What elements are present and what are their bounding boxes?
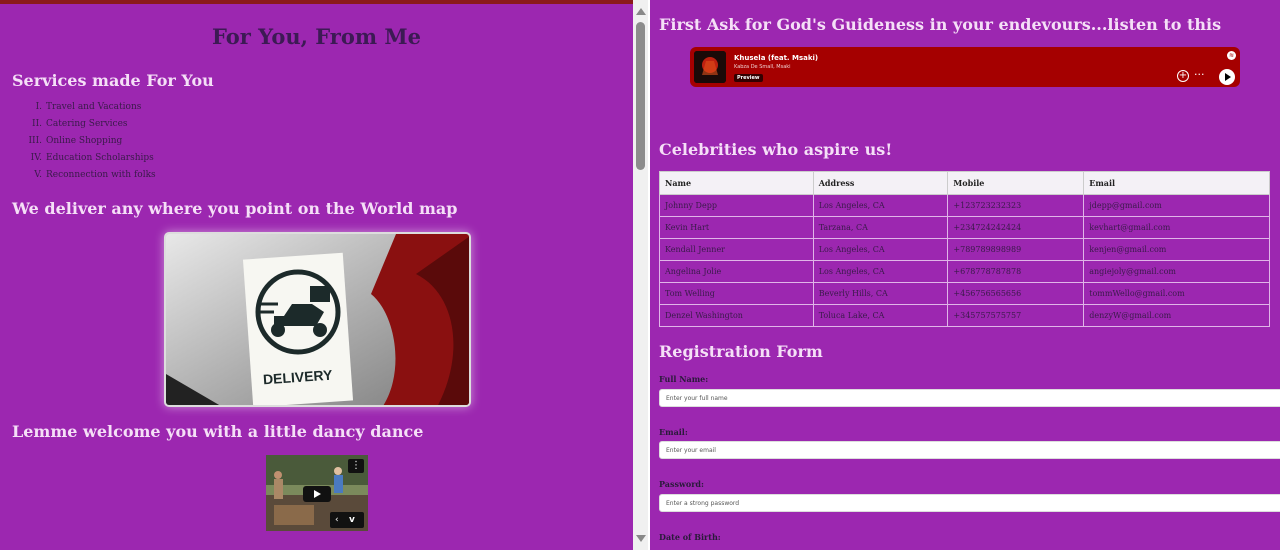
cell-address: Toluca Lake, CA: [812, 304, 949, 327]
scroll-thumb[interactable]: [636, 22, 645, 170]
cell-email: denzyW@gmail.com: [1083, 304, 1270, 327]
left-scrollbar[interactable]: [633, 0, 648, 550]
preview-badge: Preview: [734, 74, 763, 82]
password-label: Password:: [659, 479, 704, 489]
service-item: III. Online Shopping: [22, 135, 156, 152]
cell-mobile: +234724242424: [947, 216, 1085, 239]
right-pane: First Ask for God's Guideness in your en…: [650, 0, 1280, 550]
service-label: Online Shopping: [46, 136, 123, 146]
spotify-logo-icon[interactable]: ≋: [1227, 51, 1236, 60]
service-number: V.: [34, 170, 42, 180]
cell-address: Beverly Hills, CA: [812, 282, 949, 305]
table-header-row: Name Address Mobile Email: [659, 171, 1270, 195]
table-row: Johnny Depp Los Angeles, CA +123723232323 j…: [659, 194, 1270, 217]
service-number: I.: [35, 102, 42, 112]
service-number: IV.: [30, 153, 42, 163]
service-number: III.: [28, 136, 42, 146]
cell-address: Los Angeles, CA: [812, 260, 949, 283]
cell-mobile: +789789898989: [947, 238, 1085, 261]
track-artist[interactable]: Kabza De Small, Msaki: [734, 64, 791, 70]
delivery-scooter-illustration: DELIVERY: [166, 234, 469, 405]
column-header-mobile: Mobile: [947, 171, 1085, 195]
cell-name: Johnny Depp: [659, 194, 814, 217]
service-item: II. Catering Services: [22, 118, 156, 135]
video-controls[interactable]: ‹ v: [330, 512, 364, 528]
spotify-player[interactable]: Khusela (feat. Msaki) Kabza De Small, Ms…: [690, 47, 1240, 87]
cell-address: Los Angeles, CA: [812, 238, 949, 261]
services-heading: Services made For You: [12, 71, 214, 90]
deliver-heading: We deliver any where you point on the Wo…: [12, 199, 458, 218]
delivery-image: DELIVERY: [164, 232, 471, 407]
table-row: Angelina Jolie Los Angeles, CA +6787787878…: [659, 260, 1270, 283]
album-art: [694, 51, 726, 83]
table-row: Kendall Jenner Los Angeles, CA +7897898989…: [659, 238, 1270, 261]
video-play-button[interactable]: [303, 486, 331, 502]
cell-email: kenjen@gmail.com: [1083, 238, 1270, 261]
service-label: Travel and Vacations: [46, 102, 142, 112]
cell-email: angiejoly@gmail.com: [1083, 260, 1270, 283]
dance-video-embed[interactable]: ⋮ ‹ v: [266, 455, 368, 531]
full-name-input[interactable]: [659, 389, 1280, 407]
full-name-label: Full Name:: [659, 374, 709, 384]
registration-heading: Registration Form: [659, 342, 823, 361]
service-item: IV. Education Scholarships: [22, 152, 156, 169]
scroll-down-arrow-icon[interactable]: [636, 535, 646, 542]
column-header-email: Email: [1083, 171, 1270, 195]
cell-name: Angelina Jolie: [659, 260, 814, 283]
page-title: For You, From Me: [212, 24, 421, 49]
cell-address: Tarzana, CA: [812, 216, 949, 239]
password-input[interactable]: [659, 494, 1280, 512]
service-number: II.: [32, 119, 42, 129]
email-input[interactable]: [659, 441, 1280, 459]
album-art-image: [694, 51, 726, 83]
table-row: Denzel Washington Toluca Lake, CA +3457575…: [659, 304, 1270, 327]
cell-name: Kendall Jenner: [659, 238, 814, 261]
cell-email: tommWello@gmail.com: [1083, 282, 1270, 305]
cell-name: Tom Welling: [659, 282, 814, 305]
more-options-button[interactable]: ···: [1194, 68, 1205, 81]
services-list: I. Travel and Vacations II. Catering Servic…: [22, 101, 156, 186]
left-pane: For You, From Me Services made For You I…: [0, 0, 648, 550]
cell-mobile: +456756565656: [947, 282, 1085, 305]
video-menu-button[interactable]: ⋮: [348, 459, 364, 473]
column-header-address: Address: [812, 171, 949, 195]
cell-name: Kevin Hart: [659, 216, 814, 239]
scroll-up-arrow-icon[interactable]: [636, 8, 646, 15]
service-label: Catering Services: [46, 119, 128, 129]
service-label: Education Scholarships: [46, 153, 154, 163]
column-header-name: Name: [659, 171, 814, 195]
service-item: I. Travel and Vacations: [22, 101, 156, 118]
service-item: V. Reconnection with folks: [22, 169, 156, 186]
music-heading: First Ask for God's Guideness in your en…: [659, 15, 1222, 34]
celebrities-table: Name Address Mobile Email Johnny Depp Los…: [659, 171, 1270, 327]
cell-email: jdepp@gmail.com: [1083, 194, 1270, 217]
dance-heading: Lemme welcome you with a little dancy da…: [12, 422, 424, 441]
email-label: Email:: [659, 427, 688, 437]
cell-email: kevhart@gmail.com: [1083, 216, 1270, 239]
table-row: Tom Welling Beverly Hills, CA +45675656565…: [659, 282, 1270, 305]
cell-mobile: +345757575757: [947, 304, 1085, 327]
play-icon: [314, 490, 321, 498]
celebs-heading: Celebrities who aspire us!: [659, 140, 893, 159]
add-to-library-button[interactable]: +: [1177, 70, 1189, 82]
table-row: Kevin Hart Tarzana, CA +234724242424 kevhar…: [659, 216, 1270, 239]
left-page: For You, From Me Services made For You I…: [0, 0, 633, 550]
vimeo-icon[interactable]: v: [349, 512, 355, 528]
service-label: Reconnection with folks: [46, 170, 156, 180]
dob-label: Date of Birth:: [659, 532, 721, 542]
cell-address: Los Angeles, CA: [812, 194, 949, 217]
chevron-left-icon[interactable]: ‹: [335, 512, 339, 528]
track-title[interactable]: Khusela (feat. Msaki): [734, 54, 818, 62]
cell-name: Denzel Washington: [659, 304, 814, 327]
cell-mobile: +678778787878: [947, 260, 1085, 283]
cell-mobile: +123723232323: [947, 194, 1085, 217]
play-button[interactable]: [1219, 69, 1235, 85]
